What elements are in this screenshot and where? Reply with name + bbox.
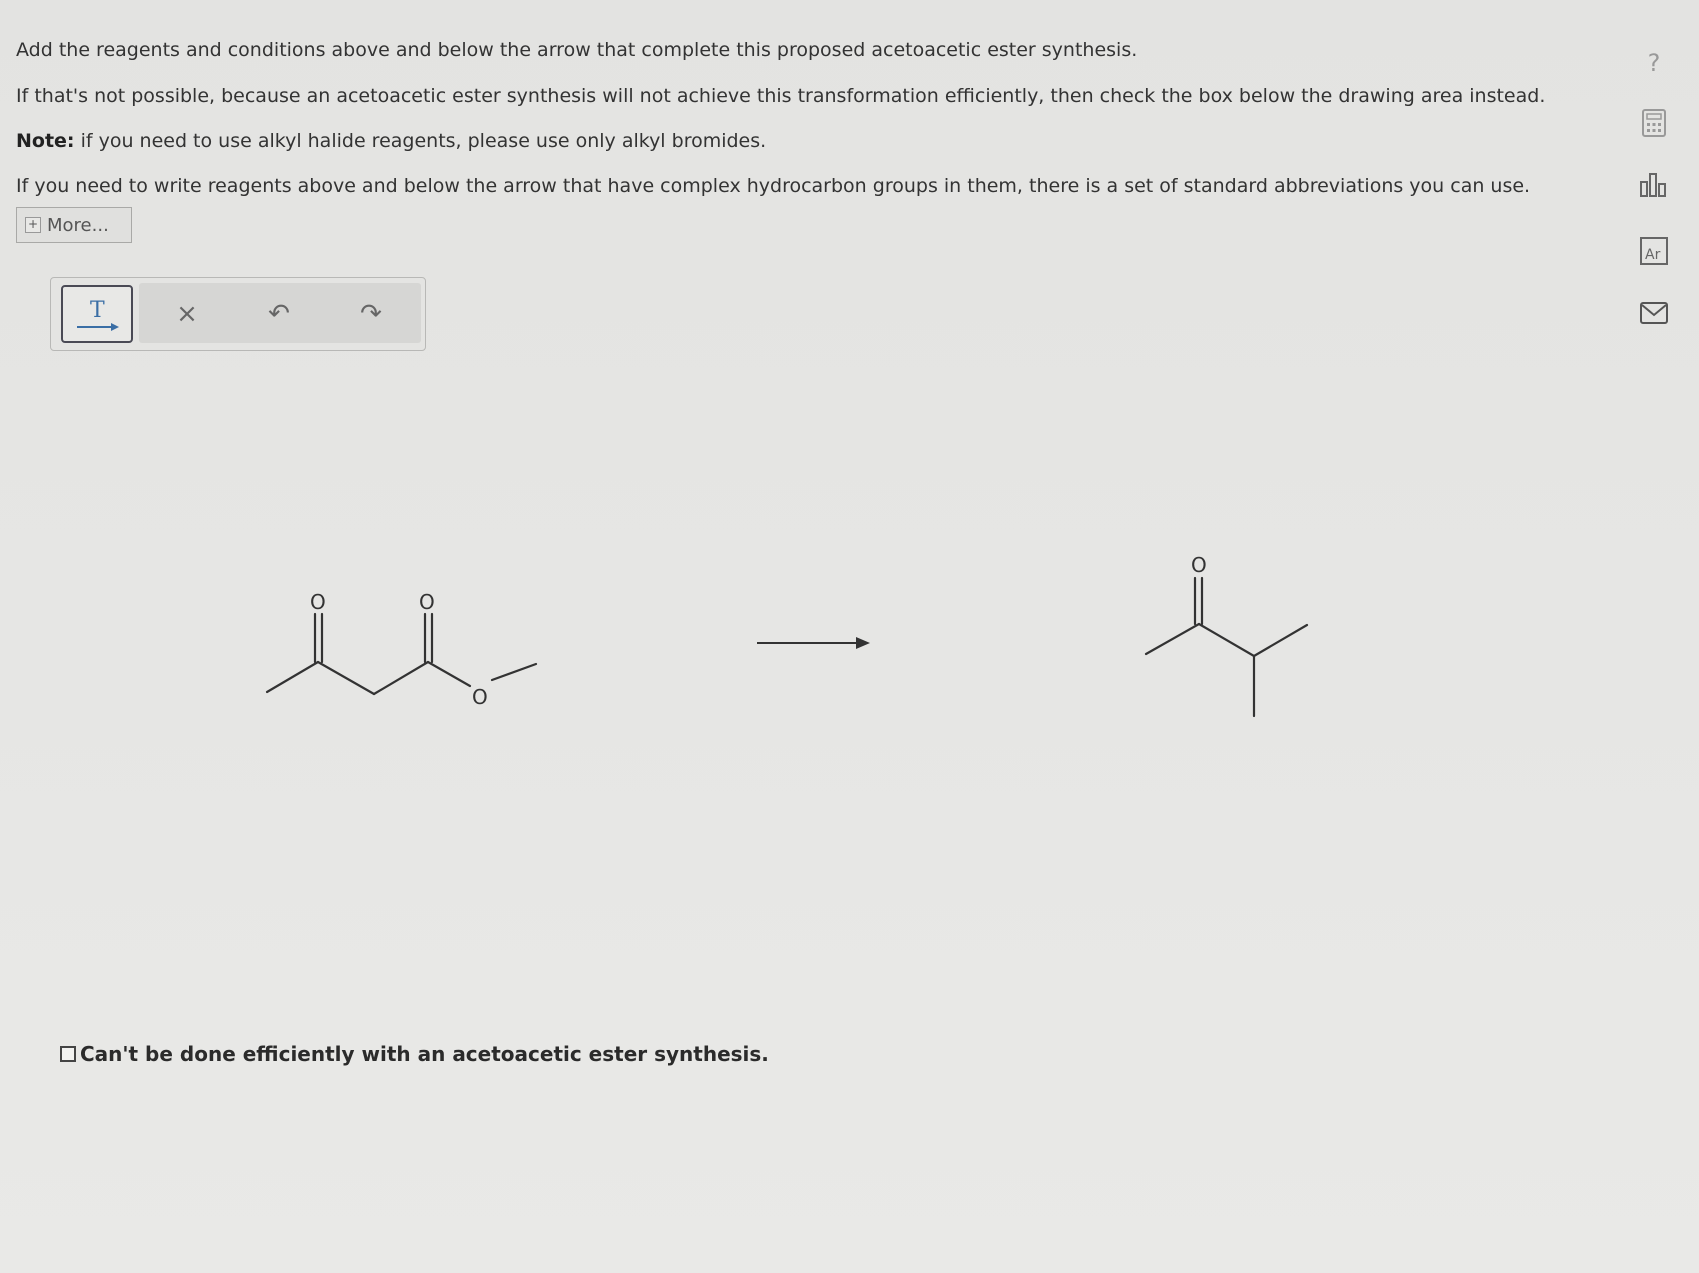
cannot-be-done-option[interactable]: Can't be done efficiently with an acetoa… bbox=[60, 1042, 769, 1066]
reactant-ester-oxygen: O bbox=[472, 685, 488, 709]
reactant-molecule[interactable] bbox=[265, 612, 538, 696]
cannot-be-done-checkbox[interactable] bbox=[60, 1046, 76, 1062]
reaction-drawing-area[interactable]: O O O O bbox=[0, 0, 1699, 1273]
page: Add the reagents and conditions above an… bbox=[0, 0, 1699, 1273]
product-molecule[interactable] bbox=[1144, 576, 1309, 718]
reactant-ketone-oxygen: O bbox=[310, 590, 326, 614]
product-carbonyl-oxygen: O bbox=[1191, 553, 1207, 577]
reaction-arrow[interactable] bbox=[757, 637, 870, 649]
cannot-be-done-label: Can't be done efficiently with an acetoa… bbox=[80, 1042, 769, 1066]
reactant-ester-carbonyl-oxygen: O bbox=[419, 590, 435, 614]
